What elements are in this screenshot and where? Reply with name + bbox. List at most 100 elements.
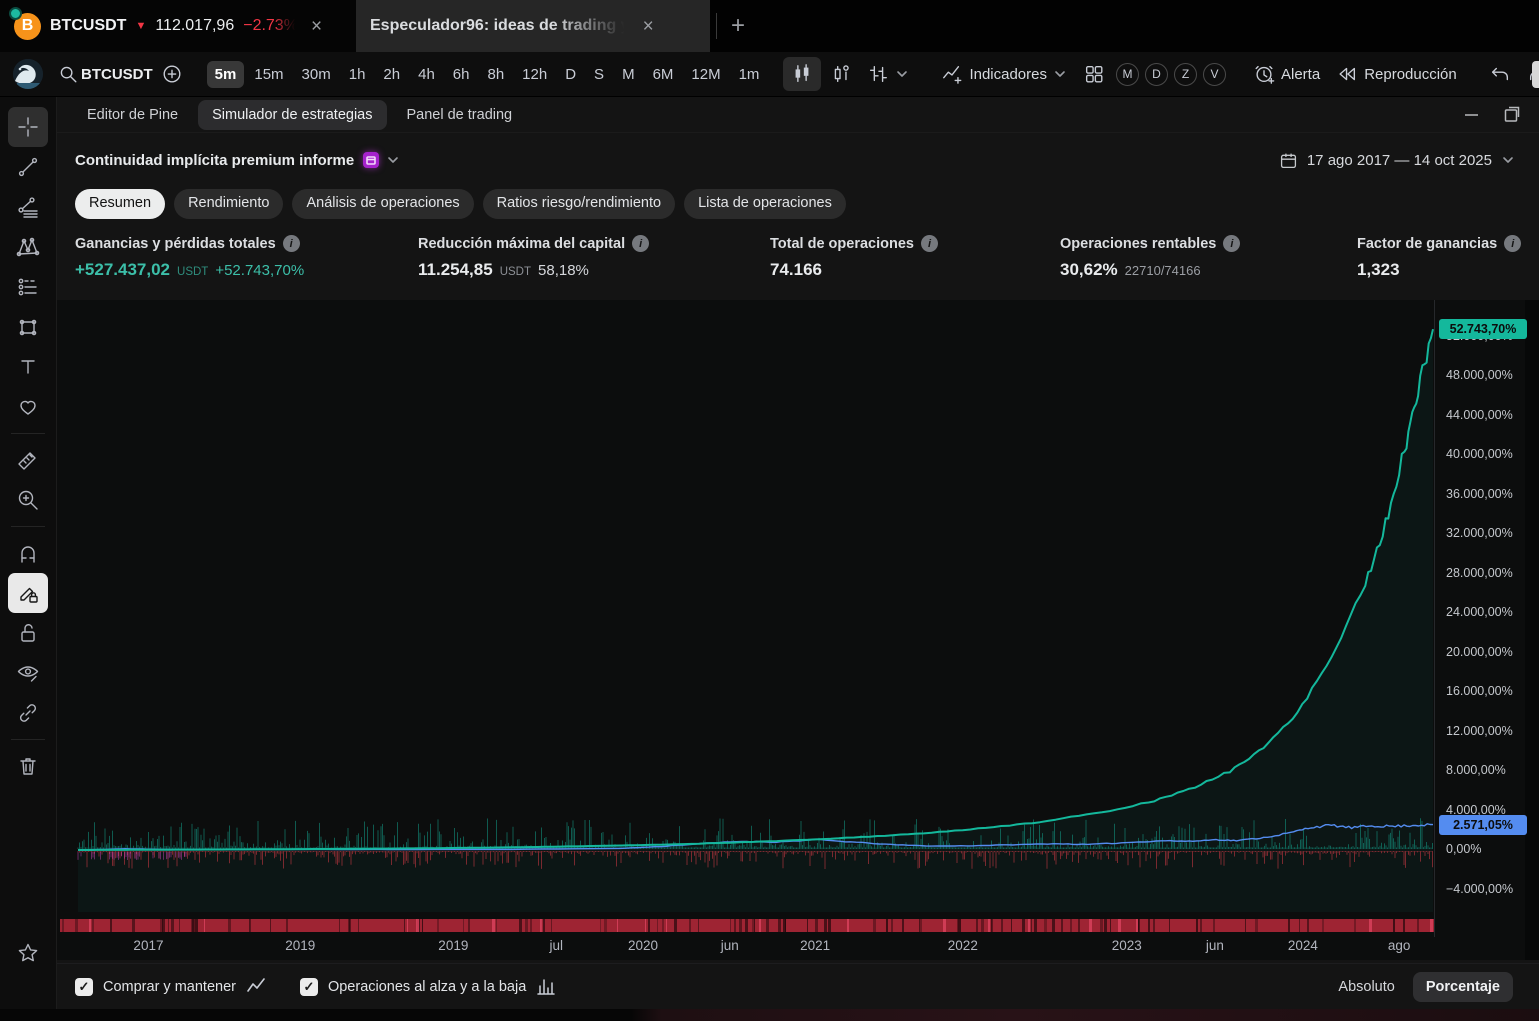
ruler-tool[interactable] (8, 440, 48, 480)
timeframe-2h[interactable]: 2h (375, 61, 408, 88)
hollow-candles-button[interactable] (821, 57, 859, 91)
indicators-button[interactable]: Indicadores (933, 57, 1075, 91)
prediction-tool[interactable] (8, 267, 48, 307)
user-avatar[interactable] (13, 59, 43, 89)
undo-button[interactable] (1481, 57, 1519, 91)
emoji-tool[interactable] (8, 387, 48, 427)
band-tick (286, 919, 288, 932)
idea-tab[interactable]: Especulador96: ideas de trading y × (356, 0, 710, 52)
info-icon[interactable]: i (1504, 235, 1521, 252)
crosshair-tool[interactable] (8, 107, 48, 147)
xabcd-pattern-tool[interactable] (8, 227, 48, 267)
alert-button[interactable]: Alerta (1245, 57, 1328, 91)
band-tick (1153, 919, 1155, 932)
band-tick (657, 919, 658, 932)
strategy-title[interactable]: Continuidad implícita premium informe (75, 152, 354, 169)
time-axis[interactable]: 201720192019jul2020jun202120222023jun202… (57, 936, 1434, 958)
equity-plot[interactable] (60, 300, 1434, 918)
timeframe-8h[interactable]: 8h (479, 61, 512, 88)
report-tab-rendimiento[interactable]: Rendimiento (174, 189, 283, 219)
date-range-picker[interactable]: 17 ago 2017 — 14 oct 2025 (1279, 151, 1515, 170)
drawing-lock-tool[interactable] (8, 573, 48, 613)
replay-rewind-icon (1336, 63, 1358, 85)
band-tick (1196, 919, 1198, 932)
band-tick (543, 919, 545, 932)
info-icon[interactable]: i (1223, 235, 1240, 252)
layout-grid-button[interactable] (1075, 57, 1113, 91)
stat-operaciones-rentables: Operaciones rentablesi30,62%22710/74166 (1060, 235, 1357, 295)
replay-button[interactable]: Reproducción (1328, 57, 1465, 91)
timeframe-12h[interactable]: 12h (514, 61, 555, 88)
price-axis[interactable]: 52.000,00%48.000,00%44.000,00%40.000,00%… (1437, 300, 1539, 960)
symbol-search[interactable]: BTCUSDT (57, 63, 153, 85)
quick-button-v[interactable]: V (1203, 63, 1226, 86)
timeframe-6h[interactable]: 6h (445, 61, 478, 88)
report-tab-ratios-riesgo-rendimiento[interactable]: Ratios riesgo/rendimiento (483, 189, 675, 219)
close-tab-icon[interactable]: × (643, 17, 654, 36)
zoom-in-tool[interactable] (8, 480, 48, 520)
timeframe-30m[interactable]: 30m (294, 61, 339, 88)
stat-value-row: +527.437,02USDT+52.743,70% (75, 260, 418, 280)
timeframe-D[interactable]: D (557, 61, 584, 88)
magnet-tool[interactable] (8, 533, 48, 573)
toggle-comprar-y-mantener[interactable]: ✓Comprar y mantener (75, 977, 266, 997)
price-label: 40.000,00% (1446, 447, 1513, 461)
report-tab-resumen[interactable]: Resumen (75, 189, 165, 219)
checkbox-icon[interactable]: ✓ (300, 978, 318, 996)
info-icon[interactable]: i (921, 235, 938, 252)
band-tick (759, 919, 761, 932)
timeframe-6M[interactable]: 6M (645, 61, 682, 88)
tab-pine-editor[interactable]: Editor de Pine (73, 100, 192, 130)
band-tick (1034, 919, 1037, 932)
maximize-panel-icon[interactable] (1501, 103, 1523, 125)
fib-retracement-tool[interactable] (8, 187, 48, 227)
minimize-panel-icon[interactable] (1461, 103, 1483, 125)
tab-strategy-tester[interactable]: Simulador de estrategias (198, 100, 386, 130)
percentage-toggle[interactable]: Porcentaje (1413, 972, 1513, 1002)
compare-add-button[interactable] (153, 57, 191, 91)
equity-chart[interactable]: 201720192019jul2020jun202120222023jun202… (57, 300, 1539, 960)
report-tab-análisis-de-operaciones[interactable]: Análisis de operaciones (292, 189, 473, 219)
timeframe-M[interactable]: M (614, 61, 643, 88)
cutoff-button[interactable] (1532, 61, 1539, 88)
symbol-tab[interactable]: B BTCUSDT ▼ 112.017,96 −2.73% × (0, 0, 356, 52)
hide-drawings-tool[interactable] (8, 653, 48, 693)
report-tab-lista-de-operaciones[interactable]: Lista de operaciones (684, 189, 846, 219)
toggle-operaciones-al-alza-y-a-la-baja[interactable]: ✓Operaciones al alza y a la baja (300, 977, 556, 997)
tab-trading-panel[interactable]: Panel de trading (393, 100, 527, 130)
quick-button-m[interactable]: M (1116, 63, 1139, 86)
close-tab-icon[interactable]: × (311, 17, 322, 36)
link-drawings-tool[interactable] (8, 693, 48, 733)
bar-chart-icon (536, 977, 556, 997)
rectangle-tool[interactable] (8, 307, 48, 347)
band-tick (1200, 919, 1202, 932)
trend-line-tool[interactable] (8, 147, 48, 187)
quick-button-z[interactable]: Z (1174, 63, 1197, 86)
favorites-star-tool[interactable] (8, 933, 48, 973)
bar-style-button[interactable] (859, 57, 917, 91)
timeframe-5m[interactable]: 5m (207, 61, 245, 88)
candles-style-button[interactable] (783, 57, 821, 91)
search-icon (57, 63, 79, 85)
checkbox-icon[interactable]: ✓ (75, 978, 93, 996)
chevron-down-icon[interactable] (386, 153, 400, 167)
timeframe-4h[interactable]: 4h (410, 61, 443, 88)
remove-drawings-tool[interactable] (8, 746, 48, 786)
band-tick (891, 919, 894, 932)
timeframe-15m[interactable]: 15m (246, 61, 291, 88)
absolute-toggle[interactable]: Absoluto (1338, 979, 1394, 995)
text-tool[interactable] (8, 347, 48, 387)
timeframe-list: 5m15m30m1h2h4h6h8h12hDSM6M12M1m (207, 61, 768, 88)
new-tab-button[interactable]: + (717, 0, 759, 52)
strategy-source-icon[interactable] (363, 152, 379, 168)
chevron-down-icon (895, 67, 909, 81)
timeframe-1h[interactable]: 1h (341, 61, 374, 88)
band-tick (110, 919, 112, 932)
lock-all-tool[interactable] (8, 613, 48, 653)
info-icon[interactable]: i (632, 235, 649, 252)
info-icon[interactable]: i (283, 235, 300, 252)
timeframe-S[interactable]: S (586, 61, 612, 88)
timeframe-12M[interactable]: 12M (683, 61, 728, 88)
timeframe-1m[interactable]: 1m (731, 61, 768, 88)
quick-button-d[interactable]: D (1145, 63, 1168, 86)
